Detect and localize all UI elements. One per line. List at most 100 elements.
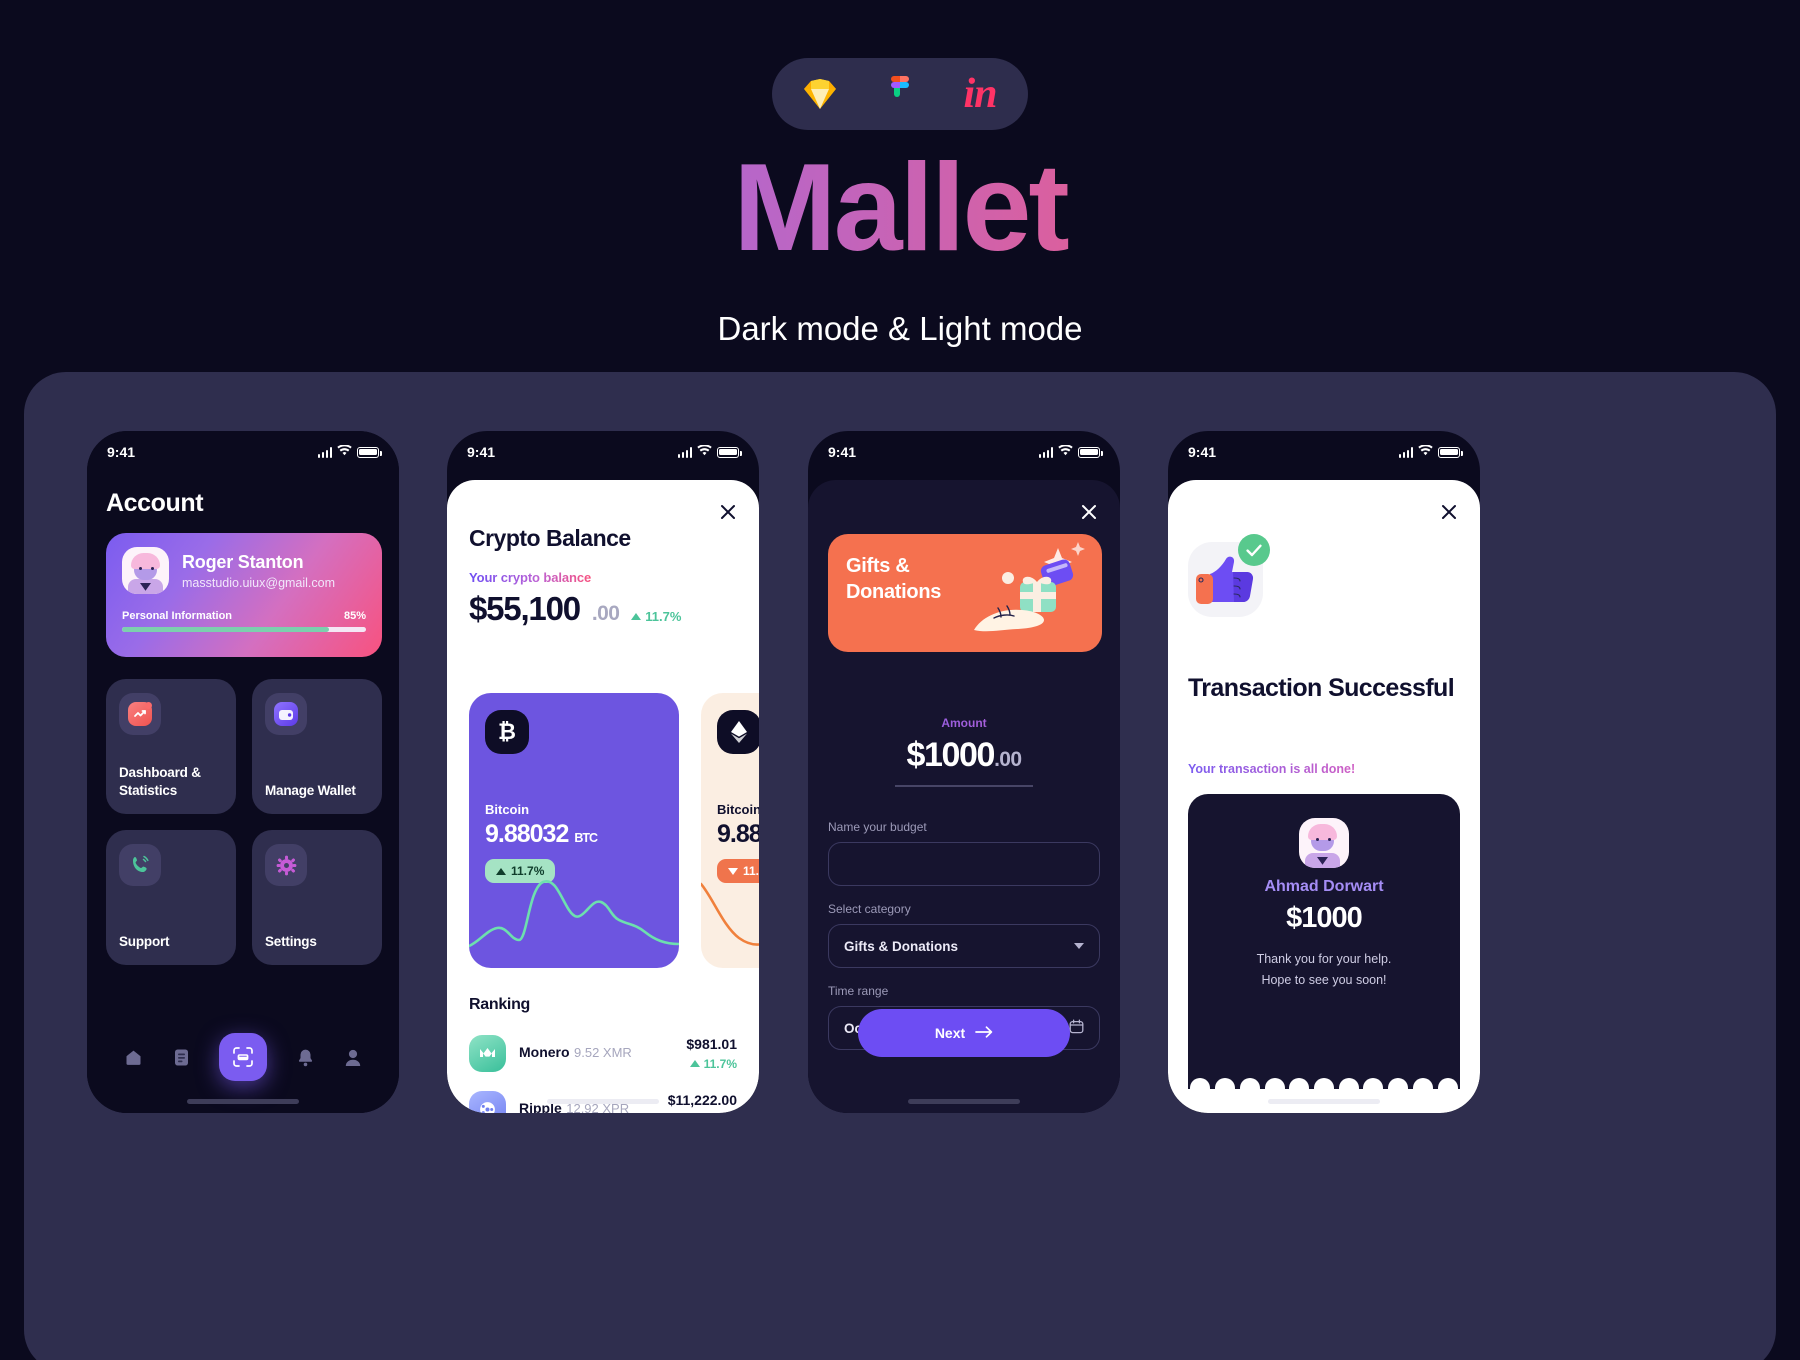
amount-value: $1000.00 [808, 736, 1120, 775]
coin-units: 9.52 XMR [574, 1045, 632, 1060]
amount-integer: $1000 [906, 736, 996, 774]
close-icon[interactable] [717, 501, 739, 523]
table-row[interactable]: Monero 9.52 XMR $981.01 11.7% [469, 1025, 737, 1081]
coin-card-ethereum[interactable]: Bitcoin 9.88 11.7% [701, 693, 759, 968]
gear-icon [265, 844, 307, 886]
tile-manage-wallet[interactable]: Manage Wallet [252, 679, 382, 814]
amount-decimal: .00 [994, 748, 1022, 771]
page-title: Mallet [0, 140, 1800, 277]
amount-underline [895, 785, 1033, 787]
receipt-note-line1: Thank you for your help. [1256, 952, 1392, 966]
avatar [1299, 818, 1349, 868]
bottom-tab-bar [87, 1029, 399, 1085]
receipt-perforation [1188, 1078, 1460, 1089]
status-time: 9:41 [1188, 444, 1217, 460]
coin-card-bitcoin[interactable]: ₿ Bitcoin 9.88032 BTC 11.7% [469, 693, 679, 968]
battery-icon [717, 446, 742, 458]
next-label: Next [934, 1025, 966, 1041]
avatar [122, 547, 169, 594]
tile-label: Dashboard & Statistics [119, 764, 201, 798]
ethereum-icon [717, 710, 759, 754]
ripple-icon [469, 1090, 506, 1113]
amount-label: Amount [808, 716, 1120, 730]
balance-row: $55,100 .00 11.7% [469, 590, 681, 628]
status-time: 9:41 [107, 444, 136, 460]
status-time: 9:41 [828, 444, 857, 460]
tile-support[interactable]: Support [106, 830, 236, 965]
profile-email: masstudio.uiux@gmail.com [182, 575, 336, 590]
balance-integer: $55,100 [469, 590, 581, 627]
phone-account: 9:41 Account Roger Stanton masstudio.uiu… [87, 431, 399, 1113]
profile-card[interactable]: Roger Stanton masstudio.uiux@gmail.com P… [106, 533, 382, 657]
close-icon[interactable] [1438, 501, 1460, 523]
category-select[interactable]: Gifts & Donations [828, 924, 1100, 968]
next-button[interactable]: Next [858, 1009, 1070, 1057]
status-bar: 9:41 [1168, 431, 1480, 473]
table-row[interactable]: Ripple 12.92 XPR $11,222.00 5.7% [469, 1081, 737, 1113]
bitcoin-sparkline [469, 879, 679, 948]
scan-wallet-icon[interactable] [219, 1033, 268, 1081]
design-tools-pill: in [772, 58, 1028, 130]
success-subtitle: Your transaction is all done! [1188, 762, 1356, 776]
coin-card-carousel[interactable]: ₿ Bitcoin 9.88032 BTC 11.7% Bitcoin 9.88… [469, 693, 759, 968]
chevron-down-icon [1074, 943, 1084, 949]
triangle-up-icon [689, 1060, 700, 1067]
field-label: Time range [828, 984, 889, 998]
bitcoin-icon: ₿ [485, 710, 529, 754]
triangle-up-icon [631, 613, 642, 620]
figma-icon [878, 72, 922, 116]
wallet-icon [265, 693, 307, 735]
field-category: Select category Gifts & Donations [828, 902, 1100, 968]
home-indicator [187, 1099, 299, 1104]
status-time: 9:41 [467, 444, 496, 460]
battery-icon [357, 446, 382, 458]
person-icon[interactable] [344, 1048, 362, 1067]
arrow-right-icon [975, 1025, 993, 1041]
recipient-name: Ahmad Dorwart [1264, 878, 1384, 895]
receipt-amount: $1000 [1286, 902, 1363, 934]
coin-unit: BTC [574, 831, 598, 845]
poster-stage: in Mallet Dark mode & Light mode 9:41 Ac… [0, 0, 1800, 1360]
battery-icon [1078, 446, 1103, 458]
success-sheet: Transaction Successful Your transaction … [1168, 480, 1480, 1113]
home-icon[interactable] [124, 1048, 143, 1067]
receipt-note: Thank you for your help. Hope to see you… [1257, 949, 1392, 992]
signal-bars-icon [1038, 446, 1053, 458]
home-indicator [908, 1099, 1020, 1104]
balance-decimal: .00 [591, 602, 620, 625]
profile-progress-bar [122, 627, 366, 632]
category-hero-card: Gifts & Donations [828, 534, 1102, 652]
sheet-title: Crypto Balance [469, 525, 631, 551]
close-icon[interactable] [1078, 501, 1100, 523]
wifi-icon [337, 443, 352, 461]
ethereum-sparkline [701, 882, 759, 946]
document-icon[interactable] [173, 1048, 190, 1067]
phone-create-budget: 9:41 Gifts & Donations Amount $1000.00 N… [808, 431, 1120, 1113]
coin-name: Bitcoin [485, 802, 530, 817]
coin-name: Monero [519, 1044, 570, 1060]
budget-name-input[interactable] [828, 842, 1100, 886]
gift-hand-illustration [974, 542, 1085, 632]
chart-icon [119, 693, 161, 735]
balance-change: 11.7% [631, 609, 681, 624]
crypto-sheet: Crypto Balance Your crypto balance $55,1… [447, 480, 759, 1113]
calendar-icon[interactable] [1069, 1019, 1084, 1037]
profile-progress-label: Personal Information [122, 610, 233, 622]
battery-icon [1438, 446, 1463, 458]
signal-bars-icon [317, 446, 332, 458]
field-budget-name: Name your budget [828, 820, 1100, 886]
invision-icon: in [963, 71, 997, 117]
sketch-icon [798, 72, 842, 116]
coin-change: 11.7% [686, 1057, 737, 1071]
field-value: Gifts & Donations [844, 938, 958, 954]
coin-price: $11,222.00 [667, 1091, 737, 1108]
signal-bars-icon [677, 446, 692, 458]
bell-icon[interactable] [297, 1048, 314, 1067]
tile-dashboard-statistics[interactable]: Dashboard & Statistics [106, 679, 236, 814]
coin-name: Bitcoin [717, 802, 759, 817]
tile-settings[interactable]: Settings [252, 830, 382, 965]
coin-change: 5.7% [668, 1113, 737, 1114]
coin-amount: 9.88 [717, 820, 759, 848]
receipt-note-line2: Hope to see you soon! [1261, 973, 1387, 988]
tile-label: Support [119, 933, 170, 949]
